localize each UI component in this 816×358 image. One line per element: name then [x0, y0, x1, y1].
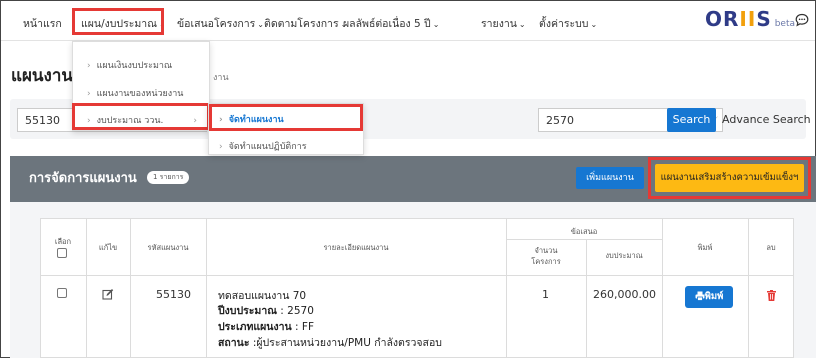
highlight-box — [72, 8, 164, 35]
header-budget: งบประมาณ — [605, 251, 643, 260]
table-divider — [662, 218, 663, 358]
breadcrumb: งาน — [213, 73, 229, 83]
table-divider — [130, 218, 131, 358]
edit-icon[interactable] — [102, 288, 114, 300]
row-plan-code: 55130 — [156, 288, 191, 301]
header-code: รหัสแผนงาน — [147, 243, 189, 252]
table-divider — [40, 275, 794, 276]
nav-reports[interactable]: รายงาน ⌄ — [481, 15, 526, 32]
row-status: สถานะ :ผู้ประสานหน่วยงาน/PMU กำลังตรวจสอ… — [218, 337, 442, 349]
header-detail: รายละเอียดแผนงาน — [323, 243, 389, 252]
highlight-box — [72, 103, 210, 130]
chevron-down-icon: ⌄ — [590, 20, 598, 29]
highlight-box — [648, 157, 811, 199]
table-divider — [506, 239, 662, 240]
table-divider — [748, 218, 749, 358]
chevron-right-icon: › — [219, 142, 223, 152]
submenu-item-create-action-plan[interactable]: › จัดทำแผนปฏิบัติการ — [219, 139, 307, 153]
row-project-count: 1 — [542, 288, 549, 301]
chat-icon[interactable] — [795, 13, 809, 27]
header-edit: แก้ไข — [98, 243, 118, 252]
row-fiscal-year: ปีงบประมาณ : 2570 — [218, 305, 314, 317]
chevron-down-icon: ⌄ — [432, 20, 440, 29]
header-select: เลือก — [54, 237, 72, 246]
trash-icon[interactable] — [767, 290, 776, 301]
page-title: แผนงาน — [11, 66, 74, 86]
highlight-box — [209, 104, 363, 131]
row-checkbox[interactable] — [57, 288, 67, 298]
chevron-down-icon: ⌄ — [518, 20, 526, 29]
oriis-logo[interactable]: ORIIS beta — [705, 7, 795, 31]
row-budget: 260,000.00 — [593, 288, 656, 301]
table-divider — [206, 218, 207, 358]
dropdown-item-budget-plan[interactable]: › แผนเงินงบประมาณ — [87, 58, 172, 72]
search-button[interactable]: Search — [667, 108, 716, 132]
select-all-checkbox[interactable] — [57, 248, 67, 258]
advance-search-button[interactable]: Advance Search — [722, 108, 812, 132]
nav-project-proposal[interactable]: ข้อเสนอโครงการ ⌄ — [177, 15, 264, 32]
nav-home[interactable]: หน้าแรก — [23, 15, 62, 32]
table-divider — [86, 218, 87, 358]
nav-settings[interactable]: ตั้งค่าระบบ ⌄ — [539, 15, 597, 32]
row-plan-type: ประเภทแผนงาน : FF — [218, 321, 314, 333]
nav-project-tracking[interactable]: ติดตามโครงการ ⌄ — [264, 15, 347, 32]
header-proposal: ข้อเสนอ — [570, 227, 598, 236]
chevron-right-icon: › — [87, 89, 91, 99]
count-badge: 1 รายการ — [147, 171, 190, 184]
header-project-count: จำนวน โครงการ — [531, 246, 561, 266]
card-title: การจัดการแผนงาน — [29, 171, 137, 186]
printer-icon — [695, 291, 705, 301]
chevron-right-icon: › — [87, 61, 91, 71]
chevron-down-icon: ⌄ — [257, 20, 264, 29]
header-delete: ลบ — [766, 243, 776, 252]
nav-5-year-results[interactable]: ผลลัพธ์ต่อเนื่อง 5 ปี ⌄ — [343, 15, 439, 32]
dropdown-item-agency-plan[interactable]: › แผนงานของหน่วยงาน — [87, 86, 183, 100]
print-button[interactable]: พิมพ์ — [685, 286, 733, 308]
header-print: พิมพ์ — [697, 243, 713, 252]
add-plan-button[interactable]: เพิ่มแผนงาน — [576, 167, 644, 189]
